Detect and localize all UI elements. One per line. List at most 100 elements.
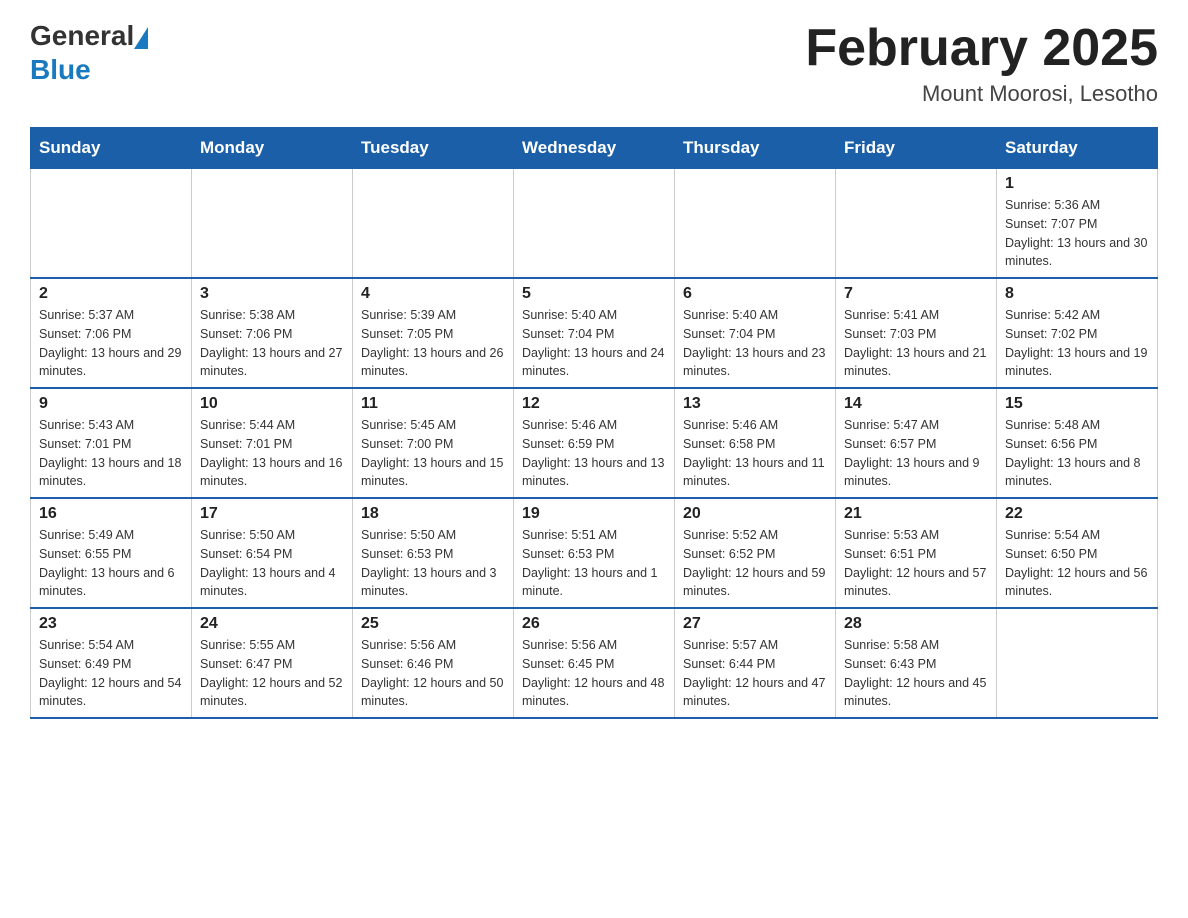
day-cell: 5 Sunrise: 5:40 AM Sunset: 7:04 PM Daylig… xyxy=(514,278,675,388)
day-cell: 18 Sunrise: 5:50 AM Sunset: 6:53 PM Dayli… xyxy=(353,498,514,608)
day-cell: 17Sunrise: 5:50 AM Sunset: 6:54 PM Dayli… xyxy=(192,498,353,608)
day-cell: 19 Sunrise: 5:51 AM Sunset: 6:53 PM Dayli… xyxy=(514,498,675,608)
day-number: 18 xyxy=(361,505,505,523)
day-info: Sunrise: 5:56 AM Sunset: 6:46 PM Dayligh… xyxy=(361,636,505,711)
logo-blue-text: Blue xyxy=(30,54,148,86)
day-cell xyxy=(675,169,836,279)
weekday-header-saturday: Saturday xyxy=(997,128,1158,169)
week-row-2: 2 Sunrise: 5:37 AM Sunset: 7:06 PM Daylig… xyxy=(31,278,1158,388)
day-info: Sunrise: 5:50 AM Sunset: 6:53 PM Dayligh… xyxy=(361,526,505,601)
day-number: 15 xyxy=(1005,395,1149,413)
day-number: 2 xyxy=(39,285,183,303)
day-number: 1 xyxy=(1005,175,1149,193)
week-row-1: 1 Sunrise: 5:36 AM Sunset: 7:07 PM Daylig… xyxy=(31,169,1158,279)
day-info: Sunrise: 5:47 AM Sunset: 6:57 PM Dayligh… xyxy=(844,416,988,491)
day-cell: 12 Sunrise: 5:46 AM Sunset: 6:59 PM Dayli… xyxy=(514,388,675,498)
day-cell: 7 Sunrise: 5:41 AM Sunset: 7:03 PM Daylig… xyxy=(836,278,997,388)
logo-triangle-icon xyxy=(134,27,148,49)
weekday-header-monday: Monday xyxy=(192,128,353,169)
day-info: Sunrise: 5:39 AM Sunset: 7:05 PM Dayligh… xyxy=(361,306,505,381)
day-number: 11 xyxy=(361,395,505,413)
day-cell xyxy=(31,169,192,279)
weekday-header-sunday: Sunday xyxy=(31,128,192,169)
day-number: 25 xyxy=(361,615,505,633)
day-cell: 3Sunrise: 5:38 AM Sunset: 7:06 PM Daylig… xyxy=(192,278,353,388)
day-cell: 16 Sunrise: 5:49 AM Sunset: 6:55 PM Dayli… xyxy=(31,498,192,608)
day-cell xyxy=(836,169,997,279)
weekday-header-thursday: Thursday xyxy=(675,128,836,169)
day-cell: 20Sunrise: 5:52 AM Sunset: 6:52 PM Dayli… xyxy=(675,498,836,608)
logo: General Blue xyxy=(30,20,148,86)
day-number: 6 xyxy=(683,285,827,303)
week-row-4: 16 Sunrise: 5:49 AM Sunset: 6:55 PM Dayli… xyxy=(31,498,1158,608)
day-number: 7 xyxy=(844,285,988,303)
day-cell: 9 Sunrise: 5:43 AM Sunset: 7:01 PM Daylig… xyxy=(31,388,192,498)
week-row-3: 9 Sunrise: 5:43 AM Sunset: 7:01 PM Daylig… xyxy=(31,388,1158,498)
day-number: 14 xyxy=(844,395,988,413)
day-info: Sunrise: 5:56 AM Sunset: 6:45 PM Dayligh… xyxy=(522,636,666,711)
day-cell: 4 Sunrise: 5:39 AM Sunset: 7:05 PM Daylig… xyxy=(353,278,514,388)
day-info: Sunrise: 5:49 AM Sunset: 6:55 PM Dayligh… xyxy=(39,526,183,601)
day-number: 23 xyxy=(39,615,183,633)
day-number: 4 xyxy=(361,285,505,303)
day-number: 24 xyxy=(200,615,344,633)
day-info: Sunrise: 5:40 AM Sunset: 7:04 PM Dayligh… xyxy=(522,306,666,381)
day-cell xyxy=(997,608,1158,718)
day-number: 21 xyxy=(844,505,988,523)
day-number: 22 xyxy=(1005,505,1149,523)
day-cell: 26 Sunrise: 5:56 AM Sunset: 6:45 PM Dayli… xyxy=(514,608,675,718)
day-cell: 1 Sunrise: 5:36 AM Sunset: 7:07 PM Daylig… xyxy=(997,169,1158,279)
day-cell: 13 Sunrise: 5:46 AM Sunset: 6:58 PM Dayli… xyxy=(675,388,836,498)
day-cell xyxy=(192,169,353,279)
day-number: 26 xyxy=(522,615,666,633)
day-cell: 23Sunrise: 5:54 AM Sunset: 6:49 PM Dayli… xyxy=(31,608,192,718)
day-info: Sunrise: 5:42 AM Sunset: 7:02 PM Dayligh… xyxy=(1005,306,1149,381)
day-info: Sunrise: 5:36 AM Sunset: 7:07 PM Dayligh… xyxy=(1005,196,1149,271)
day-info: Sunrise: 5:48 AM Sunset: 6:56 PM Dayligh… xyxy=(1005,416,1149,491)
day-info: Sunrise: 5:46 AM Sunset: 6:59 PM Dayligh… xyxy=(522,416,666,491)
day-info: Sunrise: 5:46 AM Sunset: 6:58 PM Dayligh… xyxy=(683,416,827,491)
day-info: Sunrise: 5:58 AM Sunset: 6:43 PM Dayligh… xyxy=(844,636,988,711)
month-title: February 2025 xyxy=(805,20,1158,77)
day-info: Sunrise: 5:43 AM Sunset: 7:01 PM Dayligh… xyxy=(39,416,183,491)
week-row-5: 23Sunrise: 5:54 AM Sunset: 6:49 PM Dayli… xyxy=(31,608,1158,718)
day-info: Sunrise: 5:45 AM Sunset: 7:00 PM Dayligh… xyxy=(361,416,505,491)
day-cell: 28 Sunrise: 5:58 AM Sunset: 6:43 PM Dayli… xyxy=(836,608,997,718)
page-header: General Blue February 2025 Mount Moorosi… xyxy=(30,20,1158,107)
day-number: 19 xyxy=(522,505,666,523)
day-number: 9 xyxy=(39,395,183,413)
day-info: Sunrise: 5:57 AM Sunset: 6:44 PM Dayligh… xyxy=(683,636,827,711)
day-number: 10 xyxy=(200,395,344,413)
day-cell: 6 Sunrise: 5:40 AM Sunset: 7:04 PM Daylig… xyxy=(675,278,836,388)
day-number: 27 xyxy=(683,615,827,633)
day-cell: 10 Sunrise: 5:44 AM Sunset: 7:01 PM Dayli… xyxy=(192,388,353,498)
day-number: 5 xyxy=(522,285,666,303)
weekday-header-friday: Friday xyxy=(836,128,997,169)
day-cell: 22 Sunrise: 5:54 AM Sunset: 6:50 PM Dayli… xyxy=(997,498,1158,608)
day-info: Sunrise: 5:50 AM Sunset: 6:54 PM Dayligh… xyxy=(200,526,344,601)
weekday-header-tuesday: Tuesday xyxy=(353,128,514,169)
day-info: Sunrise: 5:37 AM Sunset: 7:06 PM Dayligh… xyxy=(39,306,183,381)
day-number: 20 xyxy=(683,505,827,523)
day-info: Sunrise: 5:40 AM Sunset: 7:04 PM Dayligh… xyxy=(683,306,827,381)
day-number: 16 xyxy=(39,505,183,523)
weekday-header-wednesday: Wednesday xyxy=(514,128,675,169)
day-number: 13 xyxy=(683,395,827,413)
day-info: Sunrise: 5:51 AM Sunset: 6:53 PM Dayligh… xyxy=(522,526,666,601)
calendar-table: SundayMondayTuesdayWednesdayThursdayFrid… xyxy=(30,127,1158,719)
day-info: Sunrise: 5:54 AM Sunset: 6:50 PM Dayligh… xyxy=(1005,526,1149,601)
day-cell: 27 Sunrise: 5:57 AM Sunset: 6:44 PM Dayli… xyxy=(675,608,836,718)
day-cell: 25 Sunrise: 5:56 AM Sunset: 6:46 PM Dayli… xyxy=(353,608,514,718)
location-subtitle: Mount Moorosi, Lesotho xyxy=(805,81,1158,107)
day-cell: 24 Sunrise: 5:55 AM Sunset: 6:47 PM Dayli… xyxy=(192,608,353,718)
day-number: 8 xyxy=(1005,285,1149,303)
logo-general-text: General xyxy=(30,20,134,52)
day-cell xyxy=(514,169,675,279)
day-info: Sunrise: 5:41 AM Sunset: 7:03 PM Dayligh… xyxy=(844,306,988,381)
day-info: Sunrise: 5:55 AM Sunset: 6:47 PM Dayligh… xyxy=(200,636,344,711)
weekday-header-row: SundayMondayTuesdayWednesdayThursdayFrid… xyxy=(31,128,1158,169)
day-info: Sunrise: 5:44 AM Sunset: 7:01 PM Dayligh… xyxy=(200,416,344,491)
day-info: Sunrise: 5:53 AM Sunset: 6:51 PM Dayligh… xyxy=(844,526,988,601)
day-number: 12 xyxy=(522,395,666,413)
day-number: 28 xyxy=(844,615,988,633)
